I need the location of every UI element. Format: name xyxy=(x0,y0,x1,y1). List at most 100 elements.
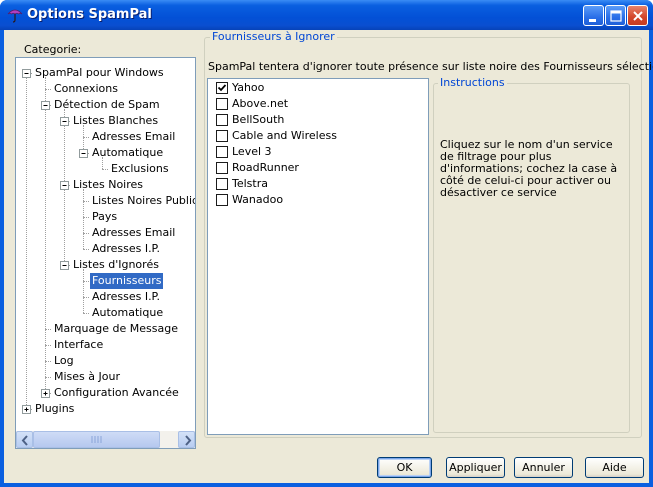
tree-connector xyxy=(45,89,51,90)
umbrella-icon xyxy=(6,6,24,24)
collapse-icon[interactable] xyxy=(60,181,69,190)
options-window: Options SpamPal Categorie: SpamPal pour … xyxy=(0,0,653,487)
provider-item[interactable]: Telstra xyxy=(216,176,416,192)
dialog-body: Categorie: SpamPal pour Windows Connexion… xyxy=(4,30,653,483)
tree-connector xyxy=(83,313,89,314)
tree-connector xyxy=(26,77,27,409)
instructions-groupbox: Cliquez sur le nom d'un service de filtr… xyxy=(433,83,630,433)
tree-node-pays[interactable]: Pays xyxy=(90,209,119,225)
tree-node-automatique-blanches[interactable]: Automatique xyxy=(90,145,165,161)
tree-node-mises-a-jour[interactable]: Mises à Jour xyxy=(52,369,122,385)
tree-node-fournisseurs[interactable]: Fournisseurs xyxy=(90,273,164,289)
provider-label: Yahoo xyxy=(232,81,265,94)
tree-node-exclusions[interactable]: Exclusions xyxy=(109,161,171,177)
checkbox-unchecked[interactable] xyxy=(216,162,228,174)
provider-item[interactable]: Cable and Wireless xyxy=(216,128,416,144)
provider-label: BellSouth xyxy=(232,113,285,126)
tree-connector xyxy=(83,297,89,298)
providers-legend: Fournisseurs à Ignorer xyxy=(210,30,337,43)
chevron-right-icon xyxy=(185,435,192,446)
minimize-button[interactable] xyxy=(583,5,604,26)
tree-viewport: SpamPal pour Windows Connexions Détection … xyxy=(16,58,195,431)
collapse-icon[interactable] xyxy=(41,101,50,110)
minimize-icon xyxy=(589,19,596,22)
tree-connector xyxy=(83,217,89,218)
apply-button[interactable]: Appliquer xyxy=(446,457,505,478)
tree-node-interface[interactable]: Interface xyxy=(52,337,105,353)
window-title: Options SpamPal xyxy=(27,7,152,22)
provider-label: Cable and Wireless xyxy=(232,129,337,142)
checkbox-unchecked[interactable] xyxy=(216,194,228,206)
checkbox-unchecked[interactable] xyxy=(216,114,228,126)
tree-node-adresses-ip-noires[interactable]: Adresses I.P. xyxy=(90,241,162,257)
checkbox-unchecked[interactable] xyxy=(216,130,228,142)
tree-connector xyxy=(83,201,89,202)
tree-node-adresses-email-blanches[interactable]: Adresses Email xyxy=(90,129,177,145)
tree-connector xyxy=(83,233,89,234)
tree-node-marquage-de-message[interactable]: Marquage de Message xyxy=(52,321,180,337)
maximize-icon xyxy=(610,10,622,22)
provider-item[interactable]: BellSouth xyxy=(216,112,416,128)
category-label: Categorie: xyxy=(24,43,82,56)
provider-item[interactable]: Above.net xyxy=(216,96,416,112)
tree-node-adresses-ip-ignores[interactable]: Adresses I.P. xyxy=(90,289,162,305)
checkbox-unchecked[interactable] xyxy=(216,146,228,158)
close-button[interactable] xyxy=(627,5,648,26)
checkmark-icon xyxy=(217,84,227,92)
provider-item[interactable]: Level 3 xyxy=(216,144,416,160)
providers-checklist[interactable]: Yahoo Above.net BellSouth Cable and Wireles… xyxy=(207,78,429,435)
tree-node-listes-blanches[interactable]: Listes Blanches xyxy=(71,113,160,129)
provider-item[interactable]: Yahoo xyxy=(216,80,416,96)
tree-node-listes-noires-publiques[interactable]: Listes Noires Publiques xyxy=(90,193,195,209)
tree-connector xyxy=(83,281,89,282)
tree-horizontal-scrollbar[interactable] xyxy=(16,431,195,448)
collapse-icon[interactable] xyxy=(60,117,69,126)
tree-node-plugins[interactable]: Plugins xyxy=(33,401,76,417)
provider-label: Above.net xyxy=(232,97,289,110)
collapse-icon[interactable] xyxy=(22,69,31,78)
checkbox-checked[interactable] xyxy=(216,82,228,94)
close-icon xyxy=(633,11,643,21)
provider-label: RoadRunner xyxy=(232,161,299,174)
scroll-thumb[interactable] xyxy=(33,431,160,448)
provider-label: Level 3 xyxy=(232,145,272,158)
tree-connector xyxy=(83,269,84,313)
tree-node-detection-de-spam[interactable]: Détection de Spam xyxy=(52,97,162,113)
checkbox-unchecked[interactable] xyxy=(216,98,228,110)
tree-connector xyxy=(83,189,84,249)
provider-label: Telstra xyxy=(232,177,268,190)
instructions-legend: Instructions xyxy=(438,76,507,89)
tree-connector xyxy=(45,345,51,346)
tree-node-log[interactable]: Log xyxy=(52,353,76,369)
tree-connector xyxy=(102,169,108,170)
cancel-button[interactable]: Annuler xyxy=(514,457,573,478)
scroll-left-button[interactable] xyxy=(16,431,33,448)
collapse-icon[interactable] xyxy=(60,261,69,270)
expand-icon[interactable] xyxy=(41,389,50,398)
tree-node-listes-ignores[interactable]: Listes d'Ignorés xyxy=(71,257,161,273)
expand-icon[interactable] xyxy=(22,405,31,414)
tree-node-spampal-pour-windows[interactable]: SpamPal pour Windows xyxy=(33,65,166,81)
tree-node-listes-noires[interactable]: Listes Noires xyxy=(71,177,145,193)
tree-node-adresses-email-noires[interactable]: Adresses Email xyxy=(90,225,177,241)
maximize-button[interactable] xyxy=(605,5,626,26)
scroll-right-button[interactable] xyxy=(178,431,195,448)
category-tree[interactable]: SpamPal pour Windows Connexions Détection … xyxy=(15,57,196,449)
tree-connector xyxy=(45,329,51,330)
provider-label: Wanadoo xyxy=(232,193,284,206)
tree-node-configuration-avancee[interactable]: Configuration Avancée xyxy=(52,385,181,401)
chevron-left-icon xyxy=(21,435,28,446)
providers-description: SpamPal tentera d'ignorer toute présence… xyxy=(208,60,653,73)
provider-item[interactable]: Wanadoo xyxy=(216,192,416,208)
tree-connector xyxy=(83,137,89,138)
ok-button[interactable]: OK xyxy=(377,457,432,478)
tree-connector xyxy=(45,377,51,378)
tree-node-automatique-ignores[interactable]: Automatique xyxy=(90,305,165,321)
tree-node-connexions[interactable]: Connexions xyxy=(52,81,120,97)
provider-item[interactable]: RoadRunner xyxy=(216,160,416,176)
checkbox-unchecked[interactable] xyxy=(216,178,228,190)
help-button[interactable]: Aide xyxy=(585,457,644,478)
collapse-icon[interactable] xyxy=(79,149,88,158)
title-bar[interactable]: Options SpamPal xyxy=(0,0,653,30)
tree-connector xyxy=(83,249,89,250)
